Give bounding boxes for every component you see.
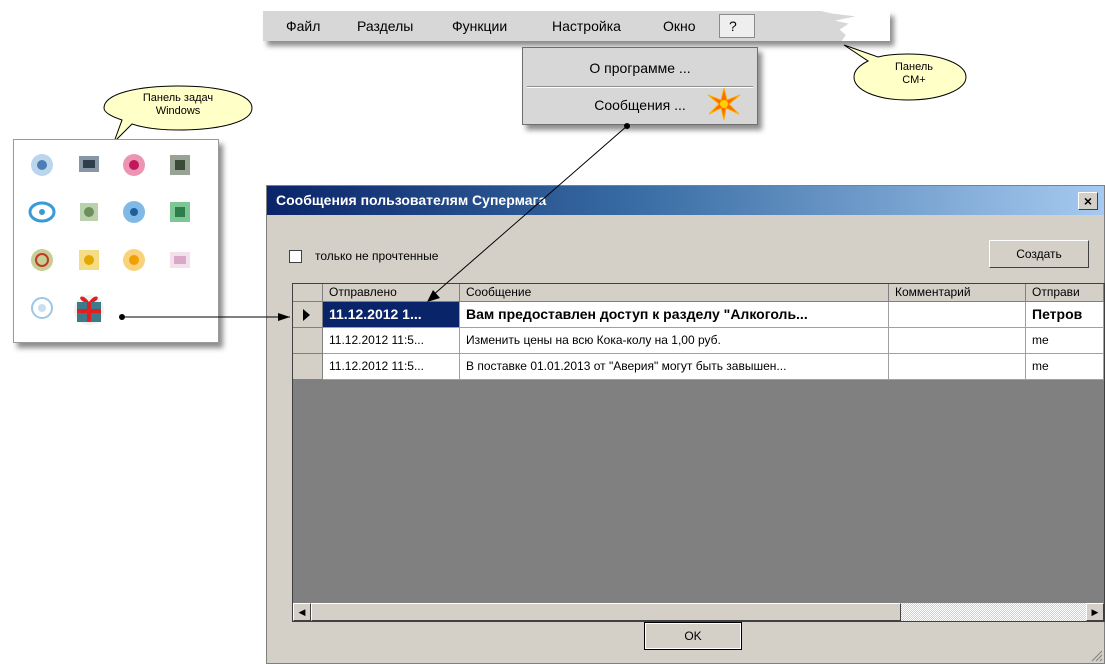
row-indicator[interactable] (293, 328, 323, 354)
tray-app-icon[interactable] (28, 198, 56, 226)
dialog-title: Сообщения пользователям Супермага (276, 192, 547, 208)
menu-window[interactable]: Окно (663, 11, 696, 41)
tray-app-icon[interactable] (75, 246, 103, 274)
cm-menu-bar: Файл Разделы Функции Настройка Окно ? (263, 11, 890, 41)
unread-only-checkbox[interactable] (289, 250, 302, 263)
messages-dialog: Сообщения пользователям Супермага × толь… (266, 185, 1105, 664)
cell-sender[interactable]: Петров (1026, 302, 1104, 328)
tray-app-icon[interactable] (75, 151, 103, 179)
help-dropdown: О программе ... Сообщения ... (522, 47, 758, 125)
ok-button[interactable]: OK (644, 622, 742, 650)
supermag-gift-icon[interactable] (72, 290, 106, 326)
taskbar-callout: Панель задач Windows (100, 82, 256, 144)
column-header-sender[interactable]: Отправи (1026, 284, 1104, 302)
current-row-arrow-icon (303, 309, 310, 321)
cell-message[interactable]: Изменить цены на всю Кока-колу на 1,00 р… (460, 328, 889, 354)
cm-callout-line2: СМ+ (902, 74, 926, 86)
menu-file[interactable]: Файл (286, 11, 320, 41)
menu-sections[interactable]: Разделы (357, 11, 413, 41)
tray-app-icon[interactable] (120, 198, 148, 226)
row-indicator[interactable] (293, 302, 323, 328)
create-button[interactable]: Создать (989, 240, 1089, 268)
column-header-comment[interactable]: Комментарий (889, 284, 1026, 302)
messages-grid: Отправлено Сообщение Комментарий Отправи… (292, 283, 1105, 622)
tray-app-icon[interactable] (120, 246, 148, 274)
cell-sent[interactable]: 11.12.2012 1... (323, 302, 460, 328)
scroll-left-button[interactable]: ◀ (293, 603, 311, 621)
grid-corner (293, 284, 323, 302)
cell-comment[interactable] (889, 328, 1026, 354)
taskbar-callout-line1: Панель задач (142, 92, 214, 104)
tray-app-icon[interactable] (166, 151, 194, 179)
cell-sender[interactable]: me (1026, 354, 1104, 380)
cell-comment[interactable] (889, 354, 1026, 380)
tray-app-icon[interactable] (28, 246, 56, 274)
cell-comment[interactable] (889, 302, 1026, 328)
menu-settings[interactable]: Настройка (552, 11, 621, 41)
cm-callout-line1: Панель (894, 61, 933, 73)
tray-app-icon[interactable] (166, 246, 194, 274)
arrow-right-icon: ▶ (1091, 607, 1099, 617)
tray-app-icon[interactable] (120, 151, 148, 179)
column-header-sent[interactable]: Отправлено (323, 284, 460, 302)
close-button[interactable]: × (1078, 192, 1098, 210)
menu-functions[interactable]: Функции (452, 11, 507, 41)
cell-sent[interactable]: 11.12.2012 11:5... (323, 354, 460, 380)
cell-message[interactable]: В поставке 01.01.2013 от "Аверия" могут … (460, 354, 889, 380)
menubar-torn-edge (821, 11, 890, 41)
taskbar-callout-line2: Windows (155, 105, 201, 117)
unread-only-label: только не прочтенные (315, 249, 439, 263)
tray-app-icon[interactable] (28, 151, 56, 179)
tray-app-icon[interactable] (166, 198, 194, 226)
cell-sent[interactable]: 11.12.2012 11:5... (323, 328, 460, 354)
scrollbar-thumb[interactable] (311, 603, 901, 621)
cell-sender[interactable]: me (1026, 328, 1104, 354)
column-header-message[interactable]: Сообщение (460, 284, 889, 302)
resize-grip-icon[interactable] (1089, 648, 1103, 662)
horizontal-scrollbar[interactable]: ◀ ▶ (293, 603, 1104, 621)
close-icon: × (1083, 193, 1093, 209)
scrollbar-track[interactable] (901, 603, 1086, 621)
cell-message[interactable]: Вам предоставлен доступ к разделу "Алког… (460, 302, 889, 328)
scroll-right-button[interactable]: ▶ (1086, 603, 1104, 621)
menu-about[interactable]: О программе ... (527, 52, 753, 84)
menu-help[interactable]: ? (719, 14, 755, 38)
row-indicator[interactable] (293, 354, 323, 380)
arrow-left-icon: ◀ (298, 607, 306, 617)
windows-tray-panel (13, 139, 219, 343)
cm-panel-callout: Панель СМ+ (842, 44, 970, 102)
highlight-star-icon (707, 87, 741, 121)
tray-app-icon[interactable] (28, 294, 56, 322)
tray-app-icon[interactable] (75, 198, 103, 226)
dialog-titlebar[interactable]: Сообщения пользователям Супермага × (267, 186, 1104, 215)
